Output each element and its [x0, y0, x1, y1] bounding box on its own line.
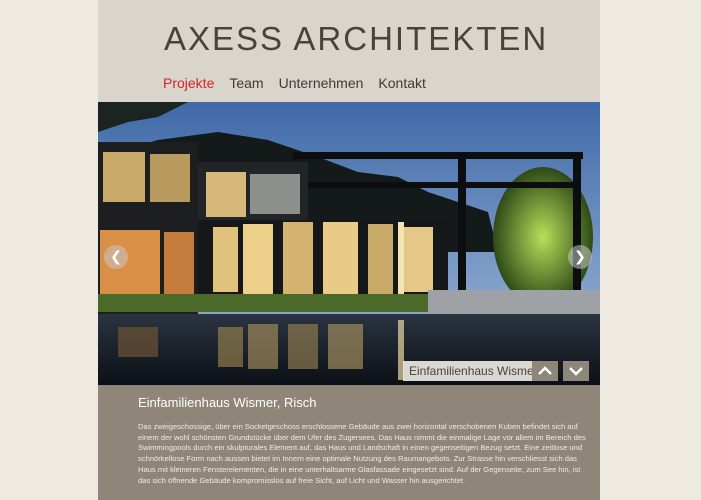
- hero-slider-image: ❮ ❯: [98, 102, 600, 385]
- project-description: Das zweigeschossige, über ein Sockelgesc…: [138, 422, 586, 485]
- header: AXESS ARCHITEKTEN Projekte Team Unterneh…: [98, 0, 600, 102]
- page-container: AXESS ARCHITEKTEN Projekte Team Unterneh…: [98, 0, 600, 500]
- project-info-panel: Einfamilienhaus Wismer, Risch Das zweige…: [98, 385, 600, 500]
- house-photo: [98, 102, 600, 385]
- slider-next-button[interactable]: ❯: [568, 245, 592, 269]
- nav-item-kontakt[interactable]: Kontakt: [378, 75, 425, 91]
- main-nav: Projekte Team Unternehmen Kontakt: [163, 75, 426, 91]
- chevron-right-icon: ❯: [574, 249, 586, 265]
- slide-up-button[interactable]: [532, 361, 558, 381]
- site-logo[interactable]: AXESS ARCHITEKTEN: [164, 20, 548, 58]
- nav-item-unternehmen[interactable]: Unternehmen: [279, 75, 364, 91]
- chevron-left-icon: ❮: [110, 249, 122, 265]
- nav-item-projekte[interactable]: Projekte: [163, 75, 214, 91]
- chevron-down-icon: [569, 367, 583, 376]
- project-title: Einfamilienhaus Wismer, Risch: [138, 395, 317, 410]
- chevron-up-icon: [538, 366, 552, 375]
- slider-prev-button[interactable]: ❮: [104, 245, 128, 269]
- nav-item-team[interactable]: Team: [229, 75, 263, 91]
- slide-down-button[interactable]: [563, 361, 589, 381]
- slide-caption: Einfamilienhaus Wismer: [403, 361, 544, 381]
